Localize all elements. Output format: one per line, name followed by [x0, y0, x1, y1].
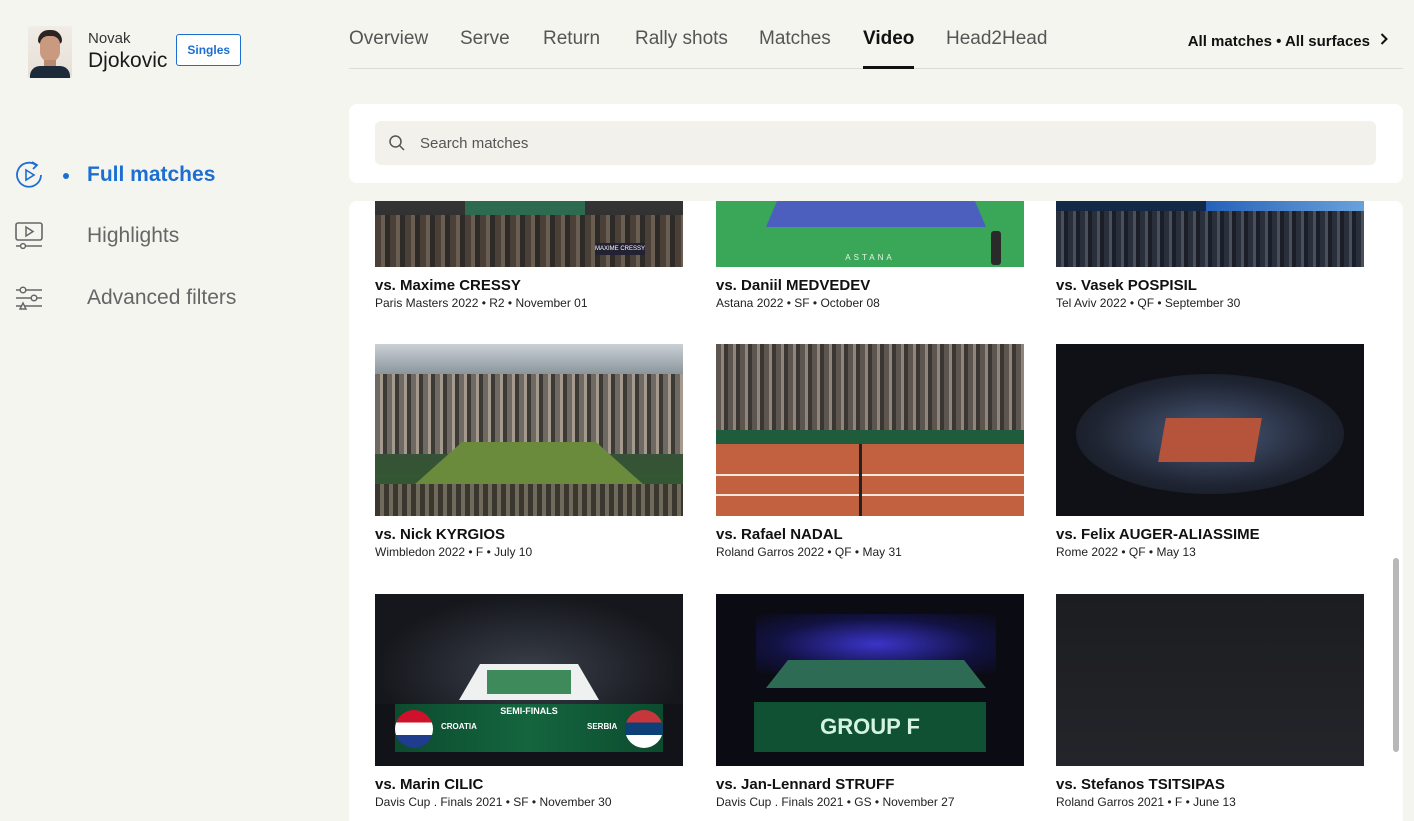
video-thumbnail[interactable] [375, 344, 683, 516]
video-thumbnail[interactable] [716, 344, 1024, 516]
search-icon [388, 134, 406, 152]
tab-rally-shots[interactable]: Rally shots [635, 28, 728, 69]
thumbnail-caption: CROATIA [441, 722, 477, 731]
thumbnail-caption: MAXIME CRESSY [595, 243, 645, 255]
video-thumbnail[interactable] [1056, 201, 1364, 267]
video-meta: Rome 2022 • QF • May 13 [1056, 545, 1196, 559]
tab-head2head[interactable]: Head2Head [946, 28, 1047, 69]
video-grid: MAXIME CRESSY vs. Maxime CRESSY Paris Ma… [349, 201, 1403, 821]
video-thumbnail[interactable]: SEMI-FINALS CROATIA SERBIA [375, 594, 683, 766]
chevron-right-icon [1380, 32, 1388, 50]
video-thumbnail[interactable]: GROUP F [716, 594, 1024, 766]
video-title[interactable]: vs. Daniil MEDVEDEV [716, 277, 1024, 295]
sidebar-label-full-matches: Full matches [87, 163, 216, 186]
video-title[interactable]: vs. Jan-Lennard STRUFF [716, 776, 1024, 794]
video-card[interactable]: GROUP F vs. Jan-Lennard STRUFF Davis Cup… [716, 594, 1024, 810]
video-card[interactable]: vs. Felix AUGER-ALIASSIME Rome 2022 • QF… [1056, 344, 1364, 560]
video-title[interactable]: vs. Stefanos TSITSIPAS [1056, 776, 1364, 794]
singles-badge-button[interactable]: Singles [176, 34, 242, 66]
tab-overview[interactable]: Overview [349, 28, 428, 69]
video-thumbnail[interactable]: ASTANA [716, 201, 1024, 267]
tab-serve[interactable]: Serve [460, 28, 510, 69]
scrollbar-thumb[interactable] [1393, 558, 1399, 752]
video-meta: Roland Garros 2021 • F • June 13 [1056, 795, 1236, 809]
video-meta: Tel Aviv 2022 • QF • September 30 [1056, 296, 1241, 310]
sidebar-item-advanced-filters[interactable]: Advanced filters [14, 280, 236, 316]
video-title[interactable]: vs. Nick KYRGIOS [375, 526, 683, 544]
sliders-icon [14, 282, 44, 314]
player-last-name: Djokovic [88, 49, 168, 72]
video-card[interactable]: vs. Stefanos TSITSIPAS Roland Garros 202… [1056, 594, 1364, 810]
video-meta: Roland Garros 2022 • QF • May 31 [716, 545, 902, 559]
video-meta: Wimbledon 2022 • F • July 10 [375, 545, 533, 559]
active-dot [63, 173, 69, 179]
video-thumbnail[interactable]: MAXIME CRESSY [375, 201, 683, 267]
player-avatar [28, 26, 72, 78]
sidebar-label-advanced-filters: Advanced filters [87, 286, 237, 309]
tab-video[interactable]: Video [863, 28, 915, 69]
video-title[interactable]: vs. Maxime CRESSY [375, 277, 683, 295]
thumbnail-caption: SERBIA [587, 722, 618, 731]
filter-summary-link[interactable]: All matches • All surfaces [1188, 32, 1388, 50]
croatia-flag-icon [395, 710, 433, 748]
player-names: Novak Djokovic [88, 30, 167, 74]
video-meta: Davis Cup . Finals 2021 • SF • November … [375, 795, 612, 809]
video-meta: Davis Cup . Finals 2021 • GS • November … [716, 795, 955, 809]
video-card[interactable]: ASTANA vs. Daniil MEDVEDEV Astana 2022 •… [716, 201, 1024, 311]
video-title[interactable]: vs. Marin CILIC [375, 776, 683, 794]
player-header: Novak Djokovic Singles [28, 24, 242, 80]
play-replay-icon [14, 159, 44, 191]
search-card [349, 104, 1403, 183]
video-card[interactable]: MAXIME CRESSY vs. Maxime CRESSY Paris Ma… [375, 201, 683, 311]
player-first-name: Novak [88, 30, 131, 47]
video-screen-icon [14, 220, 44, 252]
tab-bar: Overview Serve Return Rally shots Matche… [349, 0, 1403, 69]
thumbnail-caption: GROUP F [820, 714, 920, 739]
search-input[interactable] [420, 134, 1320, 152]
serbia-flag-icon [625, 710, 663, 748]
sidebar-label-highlights: Highlights [87, 224, 180, 247]
video-card[interactable]: vs. Rafael NADAL Roland Garros 2022 • QF… [716, 344, 1024, 560]
sidebar-item-full-matches[interactable]: Full matches [14, 157, 215, 193]
video-title[interactable]: vs. Vasek POSPISIL [1056, 277, 1364, 295]
video-card[interactable]: vs. Vasek POSPISIL Tel Aviv 2022 • QF • … [1056, 201, 1364, 311]
video-thumbnail[interactable] [1056, 344, 1364, 516]
video-thumbnail[interactable] [1056, 594, 1364, 766]
video-title[interactable]: vs. Felix AUGER-ALIASSIME [1056, 526, 1364, 544]
video-card[interactable]: SEMI-FINALS CROATIA SERBIA vs. Marin CIL… [375, 594, 683, 810]
video-meta: Paris Masters 2022 • R2 • November 01 [375, 296, 588, 310]
video-meta: Astana 2022 • SF • October 08 [716, 296, 880, 310]
sidebar-item-highlights[interactable]: Highlights [14, 218, 179, 254]
filter-summary-label: All matches • All surfaces [1187, 32, 1370, 50]
search-box [375, 121, 1376, 165]
tab-return[interactable]: Return [543, 28, 600, 69]
video-title[interactable]: vs. Rafael NADAL [716, 526, 1024, 544]
tab-matches[interactable]: Matches [759, 28, 831, 69]
thumbnail-caption: ASTANA [845, 253, 895, 262]
video-card[interactable]: vs. Nick KYRGIOS Wimbledon 2022 • F • Ju… [375, 344, 683, 560]
